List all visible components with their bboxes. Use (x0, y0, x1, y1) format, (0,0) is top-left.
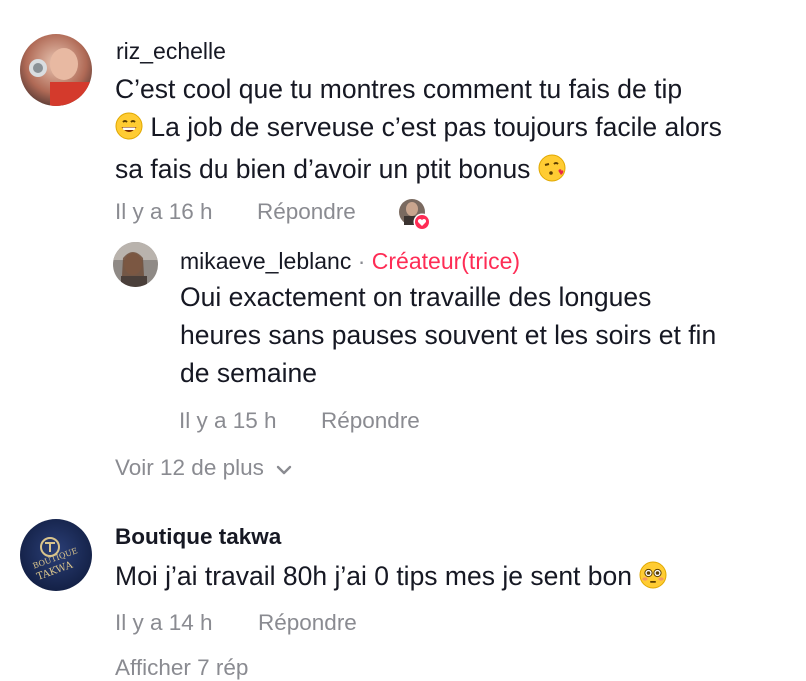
reply-text-line: de semaine (180, 358, 318, 388)
comment-timestamp: Il y a 16 h (115, 199, 213, 224)
see-more-replies-button[interactable]: Voir 12 de plus (115, 455, 292, 482)
reply-mikaeve-leblanc: mikaeve_leblanc · Créateur(trice) Oui ex… (0, 240, 806, 440)
comment-text: Moi j’ai travail 80h j’ai 0 tips mes je … (115, 557, 805, 599)
comment-text-segment: Moi j’ai travail 80h j’ai 0 tips mes je … (115, 561, 640, 591)
comment-text-line: sa fais du bien d’avoir un ptit bonus (115, 150, 805, 192)
avatar[interactable] (113, 242, 158, 287)
see-more-label: Voir 12 de plus (115, 455, 264, 480)
comment-text: C’est cool que tu montres comment tu fai… (115, 70, 805, 192)
flushed-face-icon (639, 561, 667, 599)
comment-username[interactable]: riz_echelle (116, 38, 226, 65)
separator-dot: · (357, 248, 366, 274)
reply-username[interactable]: mikaeve_leblanc (180, 248, 351, 274)
reply-text-line: heures sans pauses souvent et les soirs … (180, 320, 717, 350)
comment-text-segment: sa fais du bien d’avoir un ptit bonus (115, 154, 538, 184)
avatar[interactable] (20, 34, 92, 106)
comment-username[interactable]: Boutique takwa (115, 524, 281, 550)
comment-text-line: C’est cool que tu montres comment tu fai… (115, 74, 683, 104)
avatar[interactable]: BOUTIQUE TAKWA (20, 519, 92, 591)
reply-button[interactable]: Répondre (257, 199, 356, 225)
chevron-down-icon (276, 456, 292, 482)
view-replies-button[interactable]: Afficher 7 rép (115, 655, 248, 681)
comment-timestamp: Il y a 14 h (115, 610, 213, 635)
comment-text-line: La job de serveuse c’est pas toujours fa… (115, 108, 805, 150)
reply-username-line: mikaeve_leblanc · Créateur(trice) (180, 248, 520, 275)
grinning-face-icon (115, 112, 143, 150)
face-blowing-kiss-icon (538, 154, 566, 192)
reply-timestamp: Il y a 15 h (179, 408, 277, 433)
comment-text-segment: La job de serveuse c’est pas toujours fa… (143, 112, 722, 142)
reply-text: Oui exactement on travaille des longues … (180, 278, 800, 392)
reply-button[interactable]: Répondre (321, 408, 420, 434)
creator-heart-avatar-icon (398, 198, 432, 232)
comment-boutique-takwa: BOUTIQUE TAKWA Boutique takwa Moi j’ai t… (0, 510, 806, 680)
reply-text-line: Oui exactement on travaille des longues (180, 282, 652, 312)
comment-riz-echelle: riz_echelle C’est cool que tu montres co… (0, 0, 806, 240)
reply-button[interactable]: Répondre (258, 610, 357, 636)
creator-badge: Créateur(trice) (371, 248, 521, 274)
